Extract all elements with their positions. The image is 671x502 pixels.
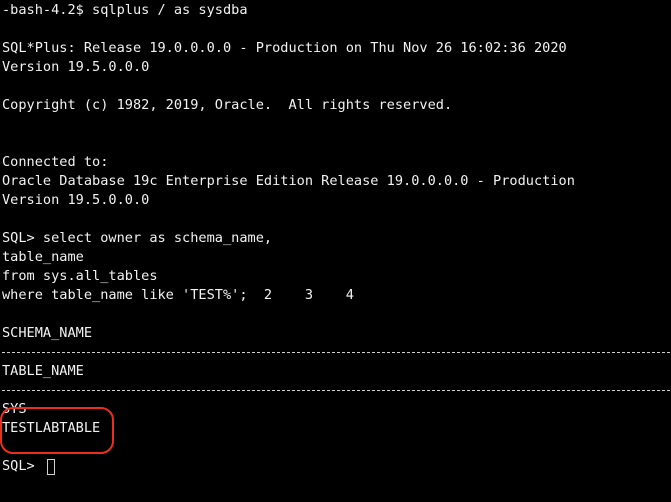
text-cursor <box>46 458 55 475</box>
sql-query-line-1: SQL> select owner as schema_name, <box>2 230 273 246</box>
sqlplus-banner: SQL*Plus: Release 19.0.0.0.0 - Productio… <box>2 40 567 56</box>
shell-command-line: -bash-4.2$ sqlplus / as sysdba <box>2 2 248 18</box>
terminal-window[interactable]: -bash-4.2$ sqlplus / as sysdba SQL*Plus:… <box>0 0 671 502</box>
result-schema-value: SYS <box>2 401 27 417</box>
sql-prompt: SQL> <box>2 458 43 474</box>
sql-query-line-3: from sys.all_tables <box>2 268 158 284</box>
connected-to-label: Connected to: <box>2 154 109 170</box>
sqlplus-version: Version 19.5.0.0.0 <box>2 59 150 75</box>
sql-prompt-row[interactable]: SQL> <box>2 457 671 476</box>
copyright-line: Copyright (c) 1982, 2019, Oracle. All ri… <box>2 97 453 113</box>
column-header-table-name: TABLE_NAME <box>2 363 84 379</box>
column-header-schema-name: SCHEMA_NAME <box>2 325 93 341</box>
column-divider <box>2 381 671 400</box>
database-edition-line: Oracle Database 19c Enterprise Edition R… <box>2 173 575 189</box>
sql-query-line-2: table_name <box>2 249 84 265</box>
column-divider <box>2 343 671 362</box>
result-table-value: TESTLABTABLE <box>2 420 101 436</box>
database-version-line: Version 19.5.0.0.0 <box>2 192 150 208</box>
sql-query-line-4: where table_name like 'TEST%'; 2 3 4 <box>2 287 354 303</box>
